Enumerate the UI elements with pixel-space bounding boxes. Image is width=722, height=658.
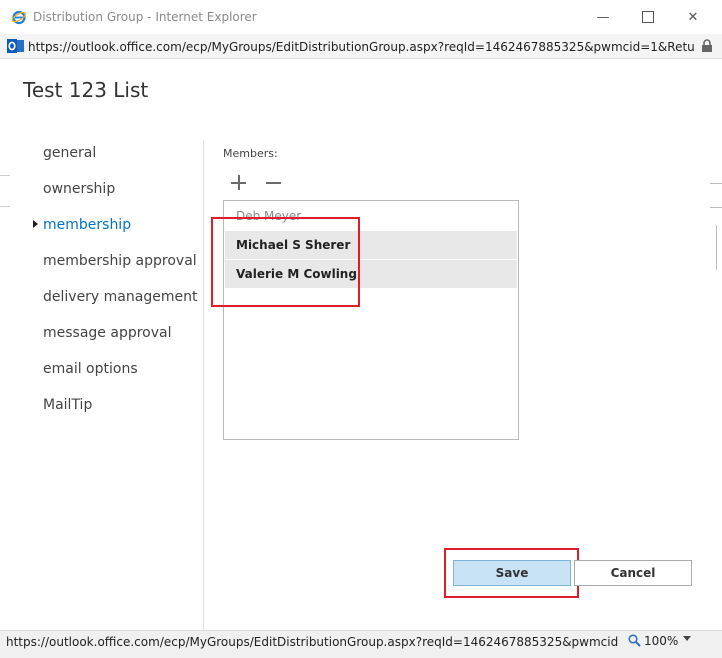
maximize-button[interactable] [633,6,663,28]
background-divider [710,207,722,208]
address-url[interactable]: https://outlook.office.com/ecp/MyGroups/… [28,40,694,54]
zoom-icon [628,634,641,647]
minimize-button[interactable]: — [588,6,618,28]
nav-item-delivery-management[interactable]: delivery management [43,289,197,305]
cancel-button[interactable]: Cancel [574,560,692,586]
add-member-button[interactable] [229,173,249,193]
nav-item-ownership[interactable]: ownership [43,181,115,197]
close-icon: ✕ [687,9,699,25]
background-scrollbar [716,225,717,270]
nav-item-membership-approval[interactable]: membership approval [43,253,197,269]
background-divider [710,183,722,184]
internet-explorer-icon [11,10,27,25]
outlook-icon [7,39,24,53]
sidebar-divider [203,140,204,630]
maximize-icon [642,11,654,23]
members-label: Members: [223,147,278,160]
nav-item-message-approval[interactable]: message approval [43,325,172,341]
lock-icon [702,39,712,52]
status-url: https://outlook.office.com/ecp/MyGroups/… [6,635,618,649]
remove-member-button[interactable] [264,173,284,193]
minimize-icon: — [596,9,610,25]
zoom-level[interactable]: 100% [644,634,678,648]
save-button[interactable]: Save [453,560,571,586]
nav-item-membership[interactable]: membership [43,217,131,233]
window-title: Distribution Group - Internet Explorer [33,10,257,24]
nav-item-general[interactable]: general [43,145,96,161]
nav-item-mailtip[interactable]: MailTip [43,397,92,413]
background-divider [0,206,10,207]
annotation-highlight-members [211,217,360,307]
active-indicator-icon [33,220,38,228]
background-divider [0,175,10,176]
close-button[interactable]: ✕ [678,6,708,28]
page-title: Test 123 List [23,78,149,102]
chevron-down-icon[interactable] [683,636,691,641]
nav-item-email-options[interactable]: email options [43,361,138,377]
